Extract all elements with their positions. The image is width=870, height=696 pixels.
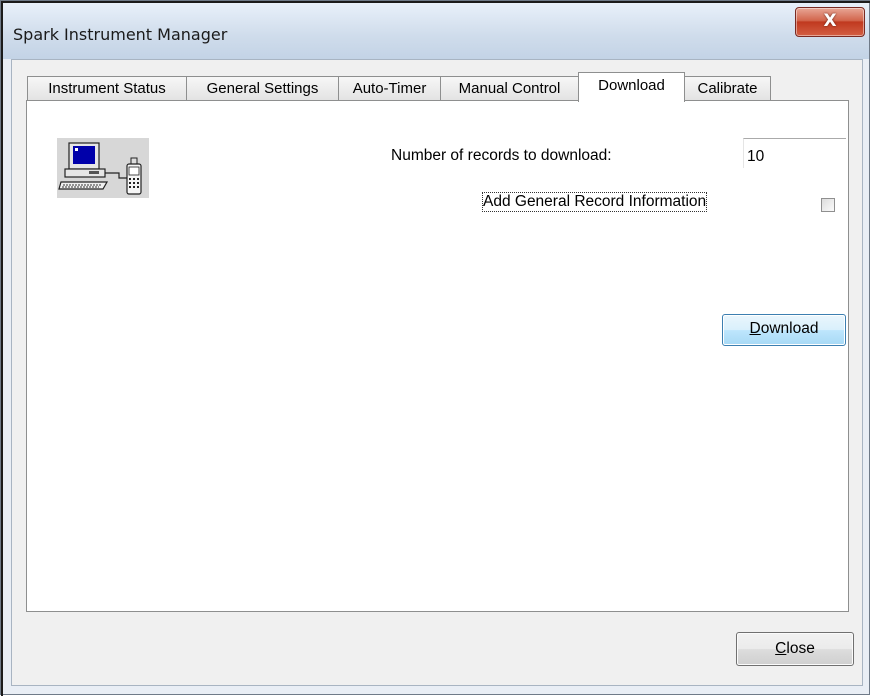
add-general-record-info-label[interactable]: Add General Record Information — [481, 192, 708, 212]
app-window: Spark Instrument Manager X Instrument St… — [0, 0, 870, 696]
dialog-client-area: Instrument Status General Settings Auto-… — [11, 59, 863, 686]
download-button-mnemonic: D — [749, 320, 761, 337]
download-tab-panel: Number of records to download: Add Gener… — [26, 100, 849, 612]
close-button-mnemonic: C — [775, 640, 787, 657]
download-button-label: ownload — [760, 320, 819, 337]
tab-calibrate[interactable]: Calibrate — [684, 76, 771, 100]
window-close-button[interactable]: X — [795, 7, 865, 37]
download-button[interactable]: Download — [722, 314, 846, 346]
tab-manual-control[interactable]: Manual Control — [440, 76, 579, 100]
tab-instrument-status[interactable]: Instrument Status — [27, 76, 187, 100]
tab-download[interactable]: Download — [578, 72, 685, 102]
records-to-download-label: Number of records to download: — [391, 147, 612, 164]
add-general-record-info-checkbox[interactable] — [821, 198, 835, 212]
window-title: Spark Instrument Manager — [13, 25, 228, 44]
close-icon: X — [823, 11, 837, 31]
tab-general-settings[interactable]: General Settings — [186, 76, 339, 100]
computer-and-handheld-device-icon — [57, 138, 149, 198]
records-to-download-input[interactable] — [743, 138, 846, 168]
title-bar[interactable]: Spark Instrument Manager X — [3, 3, 869, 59]
close-button[interactable]: Close — [736, 632, 854, 666]
tab-auto-timer[interactable]: Auto-Timer — [338, 76, 441, 100]
close-button-label: lose — [786, 640, 815, 657]
